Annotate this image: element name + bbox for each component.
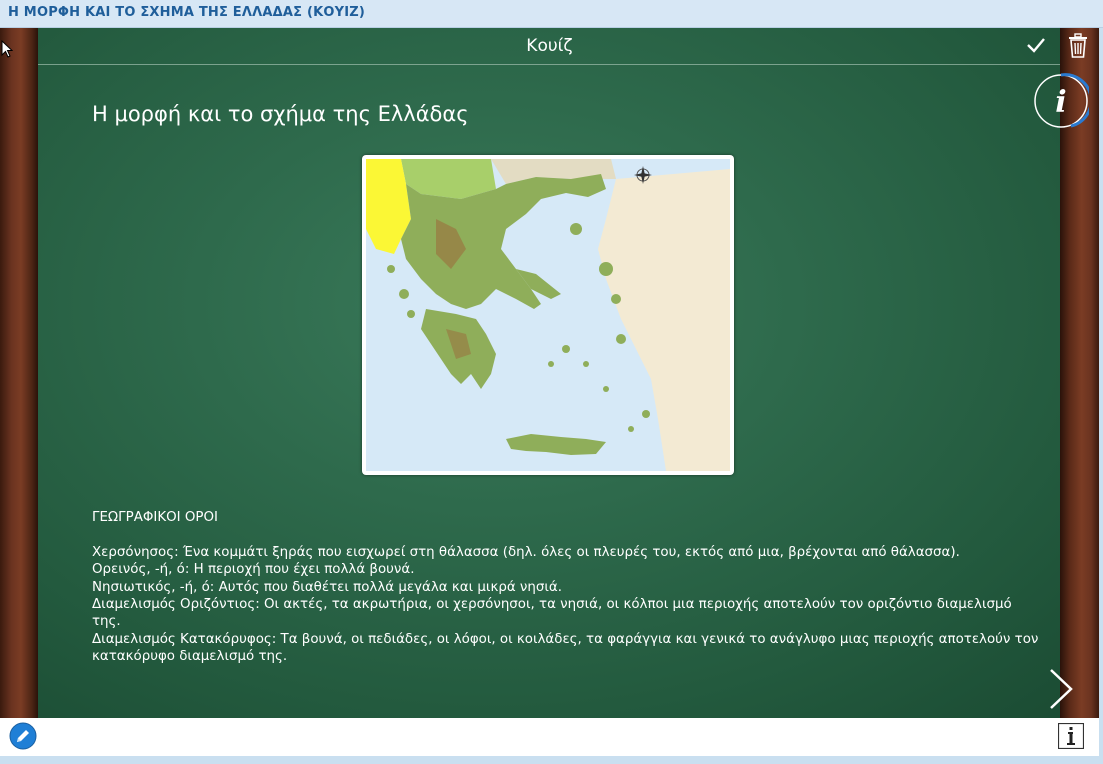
mouse-cursor-icon [1, 40, 13, 58]
bottom-toolbar [0, 718, 1099, 756]
board-frame-left [0, 28, 38, 718]
term-insular: Νησιωτικός, -ή, ό: Αυτός που διαθέτει πο… [92, 579, 562, 595]
term-vertical-division: Διαμελισμός Κατακόρυφος: Τα βουνά, οι πε… [92, 631, 1039, 665]
window-titlebar: Η ΜΟΡΦΗ ΚΑΙ ΤΟ ΣΧΗΜΑ ΤΗΣ ΕΛΛΑΔΑΣ (ΚΟΥΙΖ) [0, 0, 1103, 28]
term-mountainous: Ορεινός, -ή, ό: Η περιοχή που έχει πολλά… [92, 562, 415, 578]
quiz-header: Κουίζ [526, 36, 573, 56]
check-icon[interactable] [1025, 34, 1047, 56]
section-title: ΓΕΩΓΡΑΦΙΚΟΙ ΟΡΟΙ [92, 510, 218, 525]
board-frame-right [1060, 28, 1099, 718]
term-horizontal-division: Διαμελισμός Οριζόντιος: Οι ακτές, τα ακρ… [92, 597, 1012, 630]
svg-text:i: i [1055, 85, 1066, 120]
pencil-icon[interactable] [9, 722, 37, 750]
info-box-icon[interactable] [1058, 723, 1084, 749]
greece-map [362, 155, 734, 475]
window-title: Η ΜΟΡΦΗ ΚΑΙ ΤΟ ΣΧΗΜΑ ΤΗΣ ΕΛΛΑΔΑΣ (ΚΟΥΙΖ) [8, 5, 366, 20]
header-divider [38, 64, 1060, 65]
info-icon[interactable]: i [1033, 73, 1089, 129]
page-heading: Η μορφή και το σχήμα της Ελλάδας [92, 102, 469, 126]
term-peninsula: Χερσόνησος: Ένα κομμάτι ξηράς που εισχωρ… [92, 544, 960, 560]
next-arrow-icon[interactable] [1047, 668, 1075, 710]
trash-icon[interactable] [1067, 33, 1089, 59]
geography-terms: ΓΕΩΓΡΑΦΙΚΟΙ ΟΡΟΙ Χερσόνησος: Ένα κομμάτι… [92, 509, 1042, 666]
